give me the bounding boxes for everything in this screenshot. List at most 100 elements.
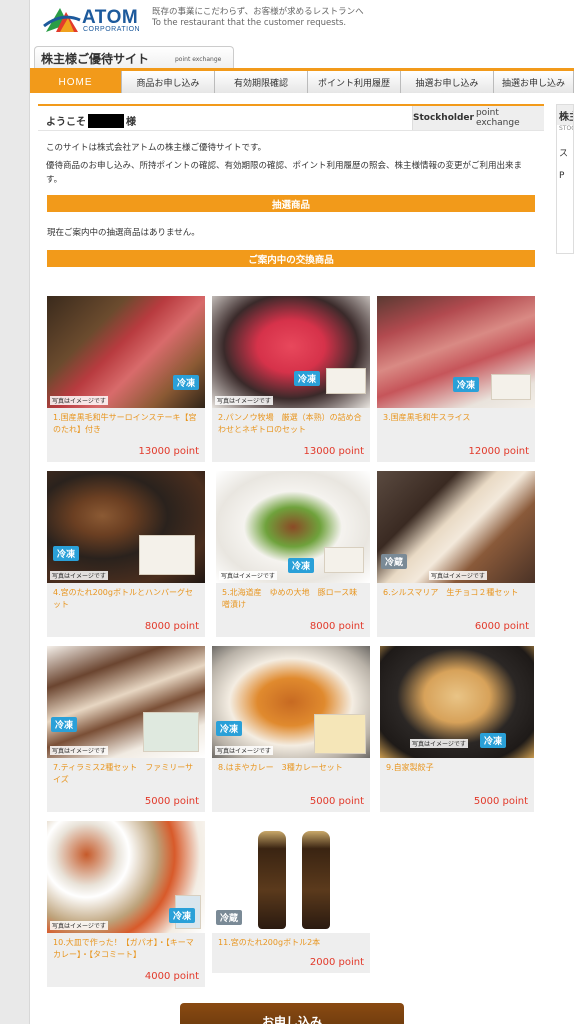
frozen-badge: 冷凍 (288, 558, 315, 573)
product-image[interactable]: 冷凍 写真はイメージです (47, 646, 205, 758)
product-name[interactable]: 10.大皿で作った！【ガパオ】・【キーマカレー】・【タコミート】 (53, 937, 199, 961)
redacted-name (88, 113, 124, 128)
product-name[interactable]: 8.はまやカレー 3種カレーセット (218, 762, 364, 774)
product-name[interactable]: 9.自家製餃子 (386, 762, 528, 774)
product-image[interactable]: 冷凍 写真はイメージです (47, 821, 205, 933)
product-image[interactable]: 冷凍 写真はイメージです (47, 471, 205, 583)
product-points: 2000 point (309, 957, 364, 968)
product-name[interactable]: 6.シルスマリア 生チョコ２種セット (383, 587, 529, 599)
product-card[interactable]: 冷凍 写真はイメージです 2.パンノウ牧場 厳選（本熟）の詰め合わせとネギトロの… (212, 296, 370, 462)
chilled-badge: 冷蔵 (381, 554, 408, 569)
product-package (491, 374, 531, 400)
product-package (314, 714, 366, 754)
stockholder-bold: Stockholder (413, 113, 474, 123)
sidebar-heading: 株主 (557, 105, 573, 125)
product-image[interactable]: 冷凍 写真はイメージです (380, 646, 534, 758)
nav-home[interactable]: HOME (30, 71, 122, 93)
image-note: 写真はイメージです (429, 571, 487, 580)
image-note: 写真はイメージです (219, 571, 277, 580)
product-name[interactable]: 5.北海道産 ゆめの大地 豚ロース味噌漬け (222, 587, 364, 611)
nav-point-history[interactable]: ポイント利用履歴 (308, 71, 401, 93)
product-image[interactable]: 冷凍 写真はイメージです (47, 296, 205, 408)
sidebar-line-2: P (559, 171, 565, 181)
product-card[interactable]: 冷蔵 写真はイメージです 6.シルスマリア 生チョコ２種セット 6000 poi… (377, 471, 535, 637)
product-caption: 9.自家製餃子 5000 point (380, 758, 534, 812)
atom-logo[interactable]: ATOM CORPORATION (42, 2, 142, 36)
product-package (143, 712, 199, 752)
image-note: 写真はイメージです (50, 746, 108, 755)
welcome-bar: ようこそ 様 Stockholder point exchange (38, 104, 544, 131)
product-card[interactable]: 冷凍 写真はイメージです 10.大皿で作った！【ガパオ】・【キーマカレー】・【タ… (47, 821, 205, 987)
tagline-jp: 既存の事業にこだわらず、お客様が求めるレストランへ (152, 7, 364, 17)
sidebar-line-1: ス (559, 149, 569, 159)
frozen-badge: 冷凍 (172, 375, 199, 390)
product-name[interactable]: 4.宮のたれ200gボトルとハンバーグセット (53, 587, 199, 611)
site-title-bar: 株主様ご優待サイト point exchange (30, 46, 574, 70)
product-image[interactable]: 冷凍 写真はイメージです (212, 646, 370, 758)
product-name[interactable]: 3.国産黒毛和牛スライス (383, 412, 529, 424)
product-package (326, 368, 366, 394)
product-name[interactable]: 2.パンノウ牧場 厳選（本熟）の詰め合わせとネギトロのセット (218, 412, 364, 436)
product-image[interactable]: 冷凍 (377, 296, 535, 408)
product-card[interactable]: 冷蔵 11.宮のたれ200gボトル2本 2000 point (212, 821, 370, 973)
sidebar-subheading: STOC (559, 125, 573, 132)
product-card[interactable]: 冷凍 写真はイメージです 7.ティラミス2種セット ファミリーサイズ 5000 … (47, 646, 205, 812)
product-points: 13000 point (303, 446, 365, 457)
product-points: 8000 point (309, 621, 364, 632)
product-card[interactable]: 冷凍 写真はイメージです 8.はまやカレー 3種カレーセット 5000 poin… (212, 646, 370, 812)
product-card[interactable]: 冷凍 写真はイメージです 5.北海道産 ゆめの大地 豚ロース味噌漬け 8000 … (216, 471, 370, 637)
product-package (324, 547, 364, 573)
site-header: ATOM CORPORATION 既存の事業にこだわらず、お客様が求めるレストラ… (30, 0, 574, 46)
logo-mark-icon (43, 8, 81, 32)
product-image[interactable]: 冷蔵 (212, 821, 370, 933)
chilled-badge: 冷蔵 (216, 910, 243, 925)
product-name[interactable]: 11.宮のたれ200gボトル2本 (218, 937, 364, 949)
site-subtitle: point exchange (175, 56, 222, 63)
main-nav: HOME 商品お申し込み 有効期限確認 ポイント利用履歴 抽選お申し込み 抽選お… (30, 71, 574, 93)
nav-lottery-apply[interactable]: 抽選お申し込み (401, 71, 494, 93)
site-title: 株主様ご優待サイト (41, 52, 150, 66)
product-caption: 6.シルスマリア 生チョコ２種セット 6000 point (377, 583, 535, 637)
product-card[interactable]: 冷凍 写真はイメージです 9.自家製餃子 5000 point (380, 646, 534, 812)
frozen-badge: 冷凍 (51, 717, 78, 732)
nav-lottery-apply-2[interactable]: 抽選お申し込み (494, 71, 574, 93)
frozen-badge: 冷凍 (168, 908, 195, 923)
stockholder-rest: point exchange (475, 108, 520, 128)
welcome-message: ようこそ 様 (46, 113, 136, 128)
product-name[interactable]: 7.ティラミス2種セット ファミリーサイズ (53, 762, 199, 786)
product-points: 5000 point (473, 796, 528, 807)
product-caption: 8.はまやカレー 3種カレーセット 5000 point (212, 758, 370, 812)
product-points: 5000 point (309, 796, 364, 807)
image-note: 写真はイメージです (50, 396, 108, 405)
product-card[interactable]: 冷凍 3.国産黒毛和牛スライス 12000 point (377, 296, 535, 462)
intro-text: このサイトは株式会社アトムの株主様ご優待サイトです。 優待商品のお申し込み、所持… (38, 131, 544, 187)
product-caption: 11.宮のたれ200gボトル2本 2000 point (212, 933, 370, 973)
apply-button[interactable]: お申し込み (180, 1003, 404, 1024)
product-card[interactable]: 冷凍 写真はイメージです 4.宮のたれ200gボトルとハンバーグセット 8000… (47, 471, 205, 637)
image-note: 写真はイメージです (410, 739, 468, 748)
site-title-tab: 株主様ご優待サイト point exchange (34, 46, 234, 68)
exchange-heading: ご案内中の交換商品 (47, 250, 535, 267)
welcome-suffix: 様 (126, 117, 136, 128)
product-image[interactable]: 冷凍 写真はイメージです (216, 471, 370, 583)
frozen-badge: 冷凍 (216, 721, 243, 736)
product-card[interactable]: 冷凍 写真はイメージです 1.国産黒毛和牛サーロインステーキ【宮のたれ】付き 1… (47, 296, 205, 462)
tagline-en: To the restaurant that the customer requ… (152, 18, 347, 28)
logo-sub-text: CORPORATION (83, 26, 141, 33)
tagline: 既存の事業にこだわらず、お客様が求めるレストランへ To the restaur… (152, 7, 364, 29)
lottery-message: 現在ご案内中の抽選商品はありません。 (47, 228, 200, 238)
product-caption: 2.パンノウ牧場 厳選（本熟）の詰め合わせとネギトロのセット 13000 poi… (212, 408, 370, 462)
product-caption: 3.国産黒毛和牛スライス 12000 point (377, 408, 535, 462)
nav-product-order[interactable]: 商品お申し込み (122, 71, 215, 93)
product-image[interactable]: 冷凍 写真はイメージです (212, 296, 370, 408)
image-note: 写真はイメージです (215, 746, 273, 755)
product-caption: 10.大皿で作った！【ガパオ】・【キーマカレー】・【タコミート】 4000 po… (47, 933, 205, 987)
product-points: 8000 point (144, 621, 199, 632)
intro-paragraph-2: 優待商品のお申し込み、所持ポイントの確認、有効期限の確認、ポイント利用履歴の照会… (46, 161, 523, 185)
product-name[interactable]: 1.国産黒毛和牛サーロインステーキ【宮のたれ】付き (53, 412, 199, 436)
product-caption: 4.宮のたれ200gボトルとハンバーグセット 8000 point (47, 583, 205, 637)
left-rail (0, 0, 30, 1024)
intro-paragraph-1: このサイトは株式会社アトムの株主様ご優待サイトです。 (46, 143, 267, 153)
product-image[interactable]: 冷蔵 写真はイメージです (377, 471, 535, 583)
nav-expiry-check[interactable]: 有効期限確認 (215, 71, 308, 93)
